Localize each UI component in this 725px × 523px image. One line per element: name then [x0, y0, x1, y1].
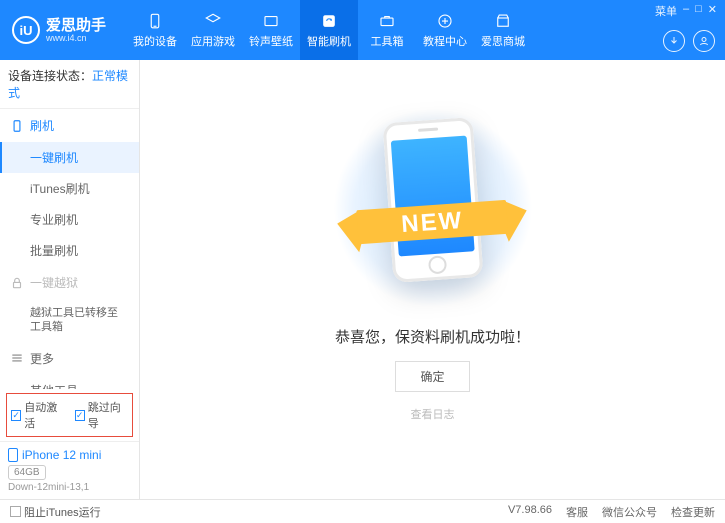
- sidebar-item-pro-flash[interactable]: 专业刷机: [0, 204, 139, 235]
- options-box: ✓自动激活 ✓跳过向导: [6, 393, 133, 437]
- check-icon: ✓: [75, 410, 85, 421]
- checkbox-skip-guide[interactable]: ✓跳过向导: [75, 399, 129, 431]
- svg-text:NEW: NEW: [400, 206, 464, 237]
- lock-icon: [10, 276, 24, 290]
- nav-store[interactable]: 爱思商城: [474, 0, 532, 60]
- menu-icon[interactable]: 菜单: [655, 3, 677, 19]
- minimize-button[interactable]: –: [683, 3, 689, 19]
- view-log-link[interactable]: 查看日志: [411, 406, 455, 422]
- sidebar-item-other-tools[interactable]: 其他工具: [0, 375, 139, 389]
- device-meta: Down-12mini-13,1: [8, 482, 131, 493]
- sidebar-item-batch-flash[interactable]: 批量刷机: [0, 235, 139, 266]
- check-update-link[interactable]: 检查更新: [671, 504, 715, 520]
- check-icon: ✓: [11, 410, 21, 421]
- top-circle-buttons: [663, 30, 715, 52]
- close-button[interactable]: ✕: [708, 3, 717, 19]
- book-icon: [436, 12, 454, 30]
- checkbox-icon: [10, 506, 21, 517]
- connection-status: 设备连接状态：正常模式: [0, 60, 139, 109]
- confirm-button[interactable]: 确定: [395, 361, 469, 392]
- version-label: V7.98.66: [508, 504, 552, 520]
- status-bar: 阻止iTunes运行 V7.98.66 客服 微信公众号 检查更新: [0, 499, 725, 523]
- device-name: iPhone 12 mini: [8, 448, 131, 462]
- brand-url: www.i4.cn: [46, 33, 106, 43]
- window-controls: 菜单 – □ ✕: [655, 3, 717, 19]
- store-icon: [494, 12, 512, 30]
- checkbox-auto-activate[interactable]: ✓自动激活: [11, 399, 65, 431]
- new-ribbon-icon: NEW: [336, 195, 530, 268]
- maximize-button[interactable]: □: [695, 3, 702, 19]
- download-button[interactable]: [663, 30, 685, 52]
- logo-icon: iU: [12, 16, 40, 44]
- nav-flash[interactable]: 智能刷机: [300, 0, 358, 60]
- nav-toolbox[interactable]: 工具箱: [358, 0, 416, 60]
- toolbox-icon: [378, 12, 396, 30]
- apps-icon: [204, 12, 222, 30]
- phone-icon: [10, 119, 24, 133]
- phone-icon: [8, 448, 18, 462]
- section-flash[interactable]: 刷机: [0, 109, 139, 142]
- sidebar-item-oneclick-flash[interactable]: 一键刷机: [0, 142, 139, 173]
- refresh-icon: [320, 12, 338, 30]
- title-bar: iU 爱思助手 www.i4.cn 我的设备 应用游戏 铃声壁纸 智能刷机 工具…: [0, 0, 725, 60]
- section-more[interactable]: 更多: [0, 342, 139, 375]
- sidebar: 设备连接状态：正常模式 刷机 一键刷机 iTunes刷机 专业刷机 批量刷机 一…: [0, 60, 140, 499]
- brand-name: 爱思助手: [46, 18, 106, 33]
- section-jailbreak[interactable]: 一键越狱: [0, 266, 139, 299]
- customer-service-link[interactable]: 客服: [566, 504, 588, 520]
- folder-icon: [262, 12, 280, 30]
- checkbox-block-itunes[interactable]: 阻止iTunes运行: [10, 504, 101, 520]
- main-content: NEW 恭喜您，保资料刷机成功啦！ 确定 查看日志: [140, 60, 725, 499]
- wechat-link[interactable]: 微信公众号: [602, 504, 657, 520]
- nav-ringtones[interactable]: 铃声壁纸: [242, 0, 300, 60]
- nav-apps[interactable]: 应用游戏: [184, 0, 242, 60]
- nav-tutorials[interactable]: 教程中心: [416, 0, 474, 60]
- user-button[interactable]: [693, 30, 715, 52]
- storage-badge: 64GB: [8, 465, 46, 480]
- sidebar-item-jailbreak-note: 越狱工具已转移至 工具箱: [0, 299, 139, 342]
- device-info[interactable]: iPhone 12 mini 64GB Down-12mini-13,1: [0, 441, 139, 499]
- phone-icon: [146, 12, 164, 30]
- success-message: 恭喜您，保资料刷机成功啦！: [335, 326, 530, 347]
- nav-my-device[interactable]: 我的设备: [126, 0, 184, 60]
- list-icon: [10, 351, 24, 365]
- sidebar-item-itunes-flash[interactable]: iTunes刷机: [0, 173, 139, 204]
- top-nav: 我的设备 应用游戏 铃声壁纸 智能刷机 工具箱 教程中心 爱思商城: [126, 0, 532, 60]
- success-illustration: NEW: [333, 108, 533, 308]
- brand: iU 爱思助手 www.i4.cn: [0, 16, 118, 44]
